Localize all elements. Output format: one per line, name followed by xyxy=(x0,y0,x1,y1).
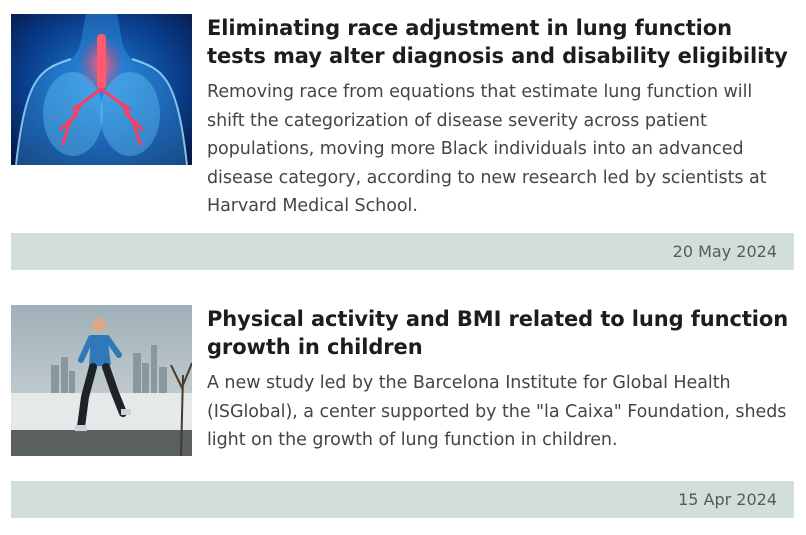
article-thumbnail-runner[interactable] xyxy=(11,305,192,456)
article-date: 15 Apr 2024 xyxy=(678,490,777,509)
article-date: 20 May 2024 xyxy=(672,242,777,261)
article-thumbnail-lungs[interactable] xyxy=(11,14,192,165)
article-title[interactable]: Physical activity and BMI related to lun… xyxy=(207,305,794,361)
article-summary: A new study led by the Barcelona Institu… xyxy=(207,373,787,450)
article-content: Physical activity and BMI related to lun… xyxy=(207,305,794,455)
article-date-bar: 20 May 2024 xyxy=(11,233,794,270)
lungs-anatomy-illustration xyxy=(11,14,192,165)
article-date-bar: 15 Apr 2024 xyxy=(11,481,794,518)
article-title[interactable]: Eliminating race adjustment in lung func… xyxy=(207,14,794,70)
man-jogging-photo xyxy=(11,305,192,456)
article-content: Eliminating race adjustment in lung func… xyxy=(207,14,794,221)
article-summary: Removing race from equations that estima… xyxy=(207,82,767,216)
